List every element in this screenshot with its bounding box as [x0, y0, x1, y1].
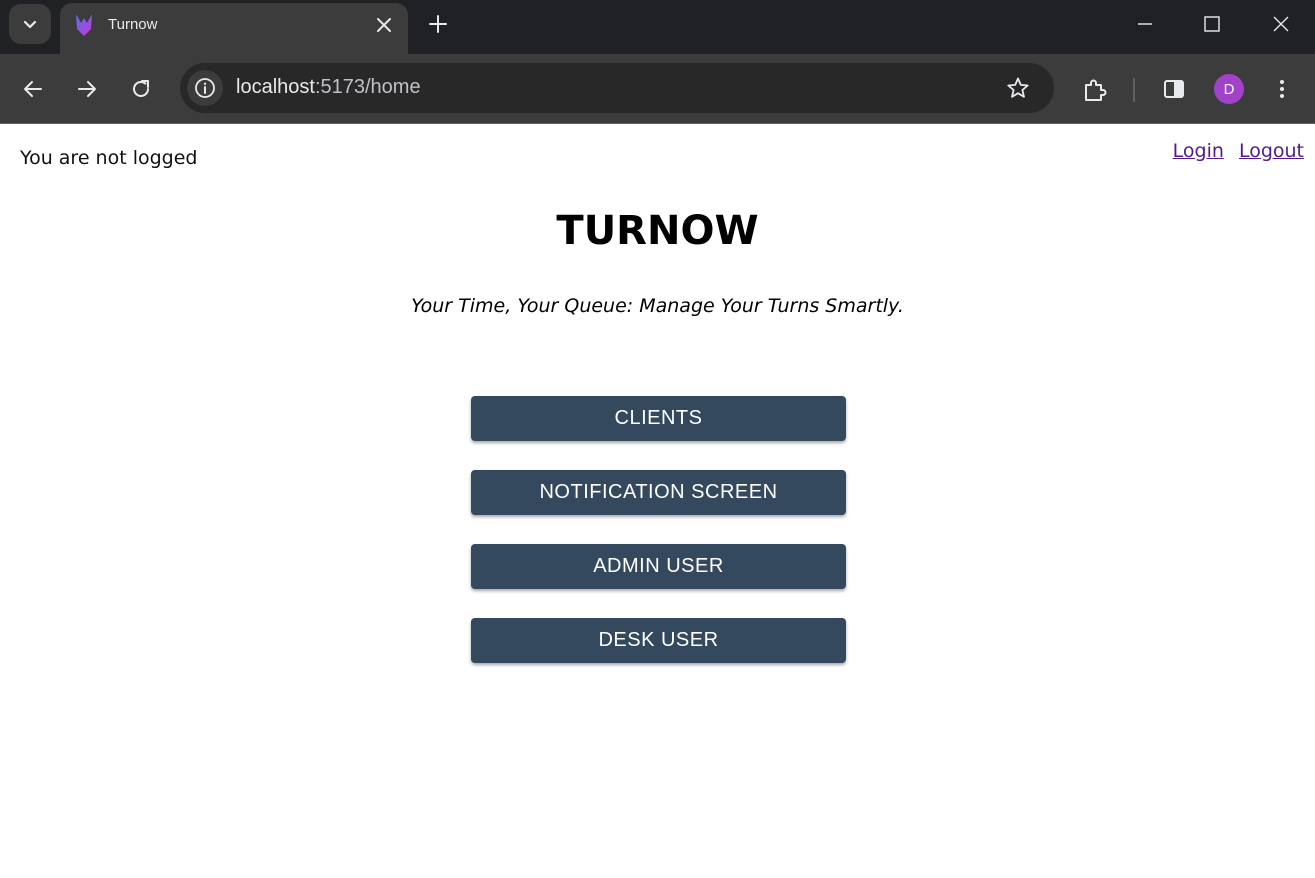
logout-link[interactable]: Logout	[1239, 140, 1304, 162]
admin-user-button[interactable]: ADMIN USER	[471, 544, 846, 589]
browser-tab[interactable]: Turnow	[60, 3, 408, 54]
browser-chrome: Turnow localhost:5173/home D	[0, 0, 1315, 124]
tab-title: Turnow	[108, 16, 158, 33]
chevron-down-icon	[23, 20, 37, 29]
notification-screen-button[interactable]: NOTIFICATION SCREEN	[471, 470, 846, 515]
turnow-logo-icon	[76, 14, 92, 36]
info-icon	[195, 78, 215, 98]
tagline: Your Time, Your Queue: Manage Your Turns…	[411, 295, 904, 317]
url-path: :5173/home	[314, 76, 421, 98]
maximize-icon[interactable]	[1200, 12, 1224, 36]
more-vertical-icon[interactable]	[1270, 77, 1294, 101]
auth-links: Login Logout	[1173, 140, 1304, 162]
clients-button[interactable]: CLIENTS	[471, 396, 846, 441]
window-close-icon[interactable]	[1269, 12, 1293, 36]
desk-user-button[interactable]: DESK USER	[471, 618, 846, 663]
puzzle-icon[interactable]	[1082, 77, 1108, 103]
url-host: localhost	[236, 76, 315, 98]
arrow-right-icon[interactable]	[75, 77, 99, 101]
login-link[interactable]: Login	[1173, 140, 1224, 162]
site-info-button[interactable]	[187, 70, 223, 106]
close-icon[interactable]	[374, 15, 394, 35]
login-status-text: You are not logged	[20, 147, 198, 169]
tab-strip: Turnow	[0, 0, 1315, 54]
side-panel-icon[interactable]	[1162, 77, 1186, 101]
profile-avatar[interactable]: D	[1214, 74, 1244, 104]
address-bar[interactable]: localhost:5173/home	[180, 63, 1054, 113]
arrow-left-icon[interactable]	[21, 77, 45, 101]
toolbar-divider	[1133, 78, 1135, 102]
star-icon[interactable]	[1006, 76, 1030, 100]
browser-toolbar: localhost:5173/home D	[0, 54, 1315, 124]
plus-icon[interactable]	[427, 13, 449, 35]
tab-search-button[interactable]	[9, 4, 51, 44]
page-title: TURNOW	[556, 208, 759, 254]
url-text[interactable]: localhost:5173/home	[236, 76, 421, 99]
minimize-icon[interactable]	[1133, 12, 1157, 36]
page-content: You are not logged Login Logout TURNOW Y…	[0, 124, 1315, 878]
reload-icon[interactable]	[129, 77, 153, 101]
